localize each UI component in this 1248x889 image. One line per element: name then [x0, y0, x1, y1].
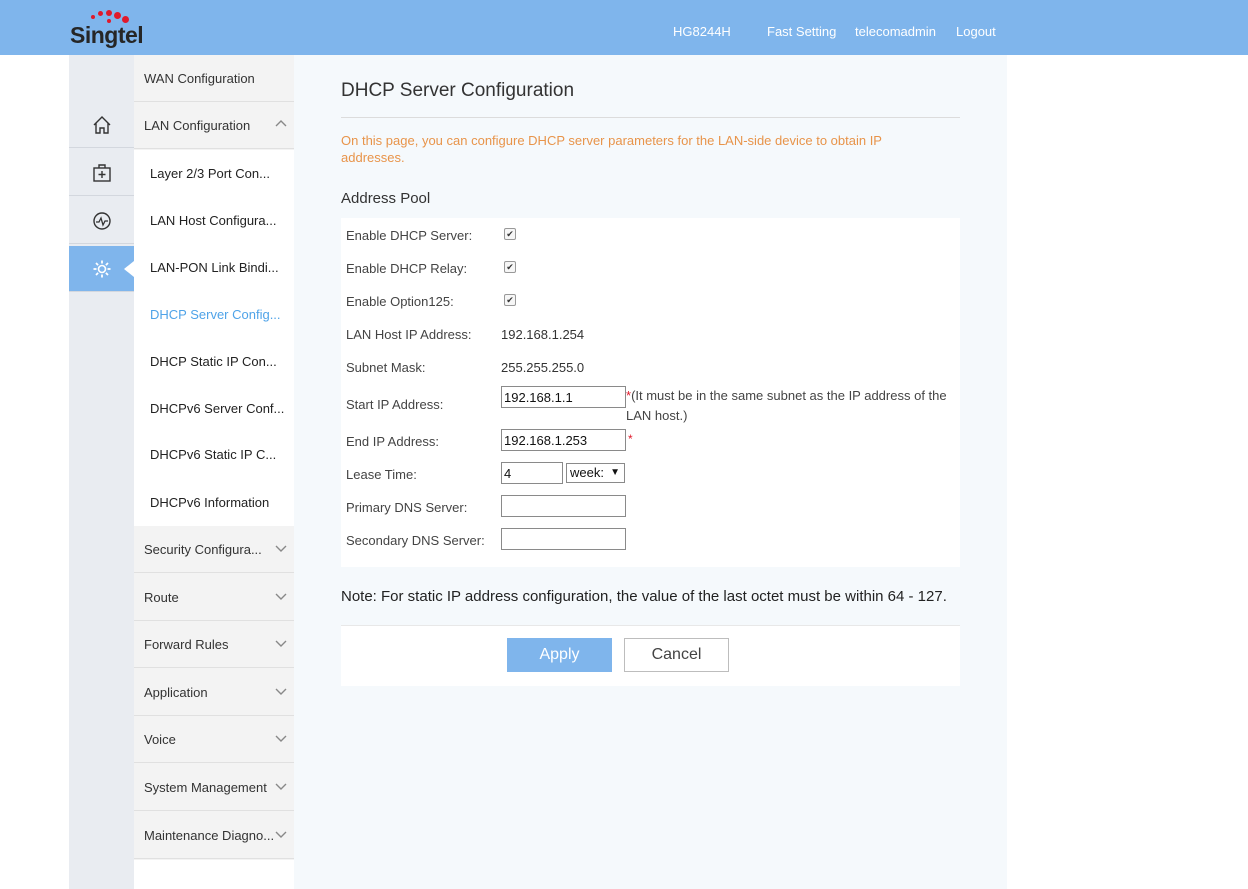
- menu-label: WAN Configuration: [144, 70, 255, 86]
- submenu-lan-host[interactable]: LAN Host Configura...: [134, 197, 294, 244]
- start-ip-hint: *(It must be in the same subnet as the I…: [626, 386, 956, 426]
- primary-dns-input[interactable]: [501, 495, 626, 517]
- logo-dot: [114, 12, 121, 19]
- enable-relay-label: Enable DHCP Relay:: [346, 261, 468, 276]
- menu-filler: [134, 860, 294, 889]
- top-header: Singtel HG8244H Fast Setting telecomadmi…: [0, 0, 1248, 55]
- menu-label: Forward Rules: [144, 636, 229, 652]
- chevron-down-icon: [275, 783, 287, 790]
- dropdown-arrow-icon: ▼: [610, 467, 620, 478]
- static-ip-note: Note: For static IP address configuratio…: [341, 588, 947, 605]
- submenu-dhcpv6-information[interactable]: DHCPv6 Information: [134, 478, 294, 526]
- chevron-down-icon: [275, 735, 287, 742]
- enable-dhcp-label: Enable DHCP Server:: [346, 228, 473, 243]
- status-nav[interactable]: [69, 198, 134, 244]
- required-mark: *: [628, 432, 633, 446]
- cancel-button[interactable]: Cancel: [624, 638, 729, 672]
- menu-label: LAN Configuration: [144, 117, 251, 133]
- model-link[interactable]: HG8244H: [673, 24, 731, 39]
- end-ip-label: End IP Address:: [346, 434, 439, 449]
- logo-dot: [106, 10, 112, 16]
- enable-relay-checkbox[interactable]: ✔: [504, 261, 516, 273]
- menu-label: Maintenance Diagno...: [144, 827, 275, 843]
- lease-time-label: Lease Time:: [346, 467, 417, 482]
- start-ip-label: Start IP Address:: [346, 397, 444, 412]
- submenu-dhcpv6-static-ip[interactable]: DHCPv6 Static IP C...: [134, 431, 294, 478]
- chevron-down-icon: [275, 640, 287, 647]
- singtel-logo: Singtel: [70, 10, 150, 50]
- enable-option125-label: Enable Option125:: [346, 294, 454, 309]
- enable-option125-checkbox[interactable]: ✔: [504, 294, 516, 306]
- chevron-down-icon: [275, 545, 287, 552]
- submenu-lan-pon-binding[interactable]: LAN-PON Link Bindi...: [134, 244, 294, 291]
- start-ip-input[interactable]: [501, 386, 626, 408]
- lan-ip-value: 192.168.1.254: [501, 327, 585, 342]
- user-link[interactable]: telecomadmin: [855, 24, 936, 39]
- page-description: On this page, you can configure DHCP ser…: [341, 133, 882, 165]
- menu-application[interactable]: Application: [134, 669, 294, 716]
- chevron-down-icon: [275, 831, 287, 838]
- chevron-down-icon: [275, 593, 287, 600]
- logo-dot: [91, 15, 95, 19]
- settings-nav[interactable]: [69, 246, 134, 292]
- fast-setting-link[interactable]: Fast Setting: [767, 24, 836, 39]
- home-nav[interactable]: [69, 102, 134, 148]
- menu-voice[interactable]: Voice: [134, 716, 294, 763]
- icon-sidebar: [69, 55, 134, 889]
- submenu-layer23-port[interactable]: Layer 2/3 Port Con...: [134, 150, 294, 197]
- menu-label: Security Configura...: [144, 541, 262, 557]
- lease-unit-select[interactable]: week: ▼: [566, 463, 625, 483]
- chevron-down-icon: [275, 688, 287, 695]
- submenu-dhcp-server[interactable]: DHCP Server Config...: [134, 291, 294, 338]
- menu-label: Voice: [144, 731, 176, 747]
- submenu-dhcpv6-server[interactable]: DHCPv6 Server Conf...: [134, 385, 294, 432]
- end-ip-input[interactable]: [501, 429, 626, 451]
- secondary-dns-input[interactable]: [501, 528, 626, 550]
- address-pool-form: Enable DHCP Server: ✔ Enable DHCP Relay:…: [341, 218, 960, 567]
- subnet-label: Subnet Mask:: [346, 360, 426, 375]
- gear-icon: [93, 260, 110, 277]
- lease-unit-value: week:: [570, 465, 604, 480]
- menu-label: Application: [144, 684, 208, 700]
- toolbox-icon: [92, 163, 111, 182]
- primary-dns-label: Primary DNS Server:: [346, 500, 468, 515]
- menu-forward-rules[interactable]: Forward Rules: [134, 621, 294, 668]
- start-ip-hint-text: (It must be in the same subnet as the IP…: [626, 388, 947, 423]
- secondary-dns-label: Secondary DNS Server:: [346, 533, 485, 548]
- button-bar: Apply Cancel: [341, 625, 960, 686]
- menu-label: Route: [144, 589, 179, 605]
- lease-time-input[interactable]: [501, 462, 563, 484]
- menu-lan-configuration[interactable]: LAN Configuration: [134, 102, 294, 149]
- subnet-value: 255.255.255.0: [501, 360, 585, 375]
- brand-name: Singtel: [70, 22, 144, 48]
- menu-wan-configuration[interactable]: WAN Configuration: [134, 55, 294, 102]
- enable-dhcp-checkbox[interactable]: ✔: [504, 228, 516, 240]
- submenu-dhcp-static-ip[interactable]: DHCP Static IP Con...: [134, 338, 294, 385]
- menu-maintenance-diagnosis[interactable]: Maintenance Diagno...: [134, 812, 294, 859]
- page-title: DHCP Server Configuration: [341, 80, 575, 101]
- toolbox-nav[interactable]: [69, 150, 134, 196]
- status-icon: [92, 211, 111, 230]
- logo-dot: [98, 11, 103, 16]
- menu-route[interactable]: Route: [134, 574, 294, 621]
- home-icon: [93, 115, 110, 134]
- menu-system-management[interactable]: System Management: [134, 764, 294, 811]
- logout-link[interactable]: Logout: [956, 24, 996, 39]
- main-content: DHCP Server Configuration On this page, …: [294, 55, 1007, 889]
- section-title: Address Pool: [341, 190, 431, 207]
- chevron-up-icon: [275, 120, 287, 127]
- apply-button[interactable]: Apply: [507, 638, 612, 672]
- config-menu: WAN Configuration LAN Configuration Laye…: [134, 55, 294, 889]
- lan-ip-label: LAN Host IP Address:: [346, 327, 472, 342]
- menu-label: System Management: [144, 779, 267, 795]
- title-divider: [341, 117, 960, 118]
- menu-security-configuration[interactable]: Security Configura...: [134, 526, 294, 573]
